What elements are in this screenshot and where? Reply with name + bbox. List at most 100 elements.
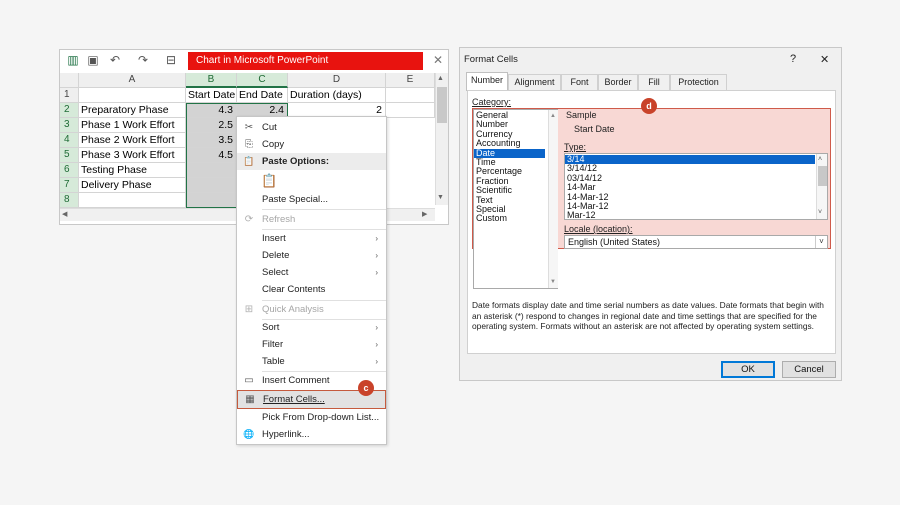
column-header-a[interactable]: A	[79, 73, 186, 88]
menu-item-delete[interactable]: Delete ›	[237, 247, 386, 264]
cell-b6[interactable]	[186, 163, 237, 178]
scroll-thumb[interactable]	[818, 166, 827, 186]
cell-a7[interactable]: Delivery Phase	[79, 178, 186, 193]
tab-font[interactable]: Font	[561, 74, 598, 90]
scroll-thumb[interactable]	[437, 87, 447, 123]
cell-b7[interactable]	[186, 178, 237, 193]
column-header-d[interactable]: D	[288, 73, 386, 88]
undo-icon[interactable]: ↶	[108, 53, 122, 67]
menu-item-select[interactable]: Select ›	[237, 264, 386, 281]
menu-item-table[interactable]: Table ›	[237, 353, 386, 370]
menu-item-hyperlink[interactable]: 🌐 Hyperlink...	[237, 426, 386, 443]
scroll-down-icon[interactable]: ▼	[437, 194, 444, 201]
cell-a6[interactable]: Testing Phase	[79, 163, 186, 178]
select-all-corner[interactable]	[60, 73, 79, 88]
cell-b2[interactable]: 4.3	[186, 103, 237, 118]
submenu-arrow-icon: ›	[375, 323, 378, 332]
menu-label: Refresh	[262, 214, 296, 225]
tab-border[interactable]: Border	[598, 74, 638, 90]
tab-number[interactable]: Number	[466, 72, 508, 91]
cell-b1[interactable]: Start Date	[186, 88, 237, 103]
list-item-selected[interactable]: 3/14	[565, 154, 815, 165]
tab-alignment[interactable]: Alignment	[508, 74, 561, 90]
cell-b8[interactable]	[186, 193, 237, 208]
tab-fill[interactable]: Fill	[638, 74, 670, 90]
type-listbox[interactable]: 3/14 3/14/12 03/14/12 14-Mar 14-Mar-12 1…	[564, 153, 828, 220]
cell-a8[interactable]	[79, 193, 186, 208]
tab-protection[interactable]: Protection	[670, 74, 727, 90]
cell-a3[interactable]: Phase 1 Work Effort	[79, 118, 186, 133]
menu-item-filter[interactable]: Filter ›	[237, 336, 386, 353]
locale-select[interactable]: English (United States) ˅	[564, 235, 828, 249]
menu-item-pick-from-list[interactable]: Pick From Drop-down List...	[237, 409, 386, 426]
list-item[interactable]: Mar-12	[565, 210, 827, 220]
menu-item-copy[interactable]: ⎘ Copy	[237, 136, 386, 153]
menu-item-insert[interactable]: Insert ›	[237, 230, 386, 247]
row-header-4[interactable]: 4	[60, 133, 79, 148]
row-header-1[interactable]: 1	[60, 88, 79, 103]
row-header-8[interactable]: 8	[60, 193, 79, 208]
menu-label: Format Cells...	[263, 394, 325, 405]
hyperlink-icon: 🌐	[243, 429, 255, 439]
cell-e2[interactable]	[386, 103, 435, 118]
list-item[interactable]: Custom	[474, 213, 557, 223]
menu-item-sort[interactable]: Sort ›	[237, 319, 386, 336]
column-header-b[interactable]: B	[186, 73, 237, 88]
menu-item-paste-options: 📋 Paste Options:	[237, 153, 386, 170]
column-header-e[interactable]: E	[386, 73, 435, 88]
list-item[interactable]: 03/14/12	[565, 173, 827, 183]
chevron-down-icon[interactable]: ˅	[815, 236, 827, 248]
menu-item-cut[interactable]: ✂ Cut	[237, 119, 386, 136]
menu-label: Clear Contents	[262, 284, 326, 295]
menu-label: Insert Comment	[262, 375, 330, 386]
edit-data-icon[interactable]: ⊟	[164, 53, 178, 67]
menu-label: Copy	[262, 139, 285, 150]
scroll-up-icon[interactable]: ▲	[550, 112, 556, 121]
scroll-left-icon[interactable]: ◀	[62, 210, 67, 218]
paste-clipboard-icon[interactable]: 📋	[261, 172, 277, 189]
row-header-7[interactable]: 7	[60, 178, 79, 193]
cell-a1[interactable]	[79, 88, 186, 103]
chart-icon[interactable]: ▥	[66, 53, 80, 67]
row-header-5[interactable]: 5	[60, 148, 79, 163]
save-icon[interactable]: ▣	[86, 53, 100, 67]
cell-c1[interactable]: End Date	[237, 88, 288, 103]
list-item[interactable]: 3/14/12	[565, 163, 827, 173]
menu-item-paste-special[interactable]: Paste Special...	[237, 191, 386, 208]
scroll-down-icon[interactable]: ˅	[818, 208, 822, 217]
menu-item-clear-contents[interactable]: Clear Contents	[237, 281, 386, 298]
cell-a2[interactable]: Preparatory Phase	[79, 103, 186, 118]
cell-b4[interactable]: 3.5	[186, 133, 237, 148]
column-header-c[interactable]: C	[237, 73, 288, 88]
vertical-scrollbar[interactable]: ▲ ▼	[435, 73, 448, 205]
close-icon[interactable]: ✕	[820, 53, 829, 66]
cell-b3[interactable]: 2.5	[186, 118, 237, 133]
scroll-up-icon[interactable]: ▲	[437, 75, 444, 82]
ok-button[interactable]: OK	[721, 361, 775, 378]
cell-d1[interactable]: Duration (days)	[288, 88, 386, 103]
category-scrollbar[interactable]: ▲ ▼	[548, 110, 558, 288]
help-icon[interactable]: ?	[790, 53, 796, 65]
cell-e1[interactable]	[386, 88, 435, 103]
list-item[interactable]: 14-Mar-12	[565, 201, 827, 211]
menu-label: Paste Options:	[262, 156, 330, 167]
scroll-right-icon[interactable]: ▶	[422, 210, 427, 218]
refresh-icon: ⟳	[244, 214, 254, 225]
type-scrollbar[interactable]: ˄ ˅	[816, 154, 827, 219]
sample-value: Start Date	[574, 124, 615, 134]
row-header-6[interactable]: 6	[60, 163, 79, 178]
scroll-up-icon[interactable]: ˄	[818, 155, 822, 164]
row-header-2[interactable]: 2	[60, 103, 79, 118]
category-listbox[interactable]: General Number Currency Accounting Date …	[473, 109, 558, 289]
format-description: Date formats display date and time seria…	[472, 300, 824, 331]
cell-b5[interactable]: 4.5	[186, 148, 237, 163]
cell-a4[interactable]: Phase 2 Work Effort	[79, 133, 186, 148]
close-icon[interactable]: ✕	[431, 53, 445, 67]
scroll-down-icon[interactable]: ▼	[550, 278, 556, 287]
submenu-arrow-icon: ›	[375, 357, 378, 366]
redo-icon[interactable]: ↷	[136, 53, 150, 67]
row-header-3[interactable]: 3	[60, 118, 79, 133]
cell-a5[interactable]: Phase 3 Work Effort	[79, 148, 186, 163]
cancel-button[interactable]: Cancel	[782, 361, 836, 378]
dialog-title: Format Cells	[464, 54, 518, 65]
